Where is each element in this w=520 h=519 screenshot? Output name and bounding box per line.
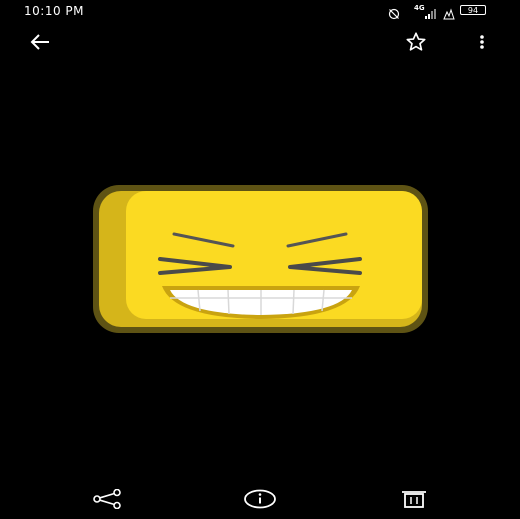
- status-time: 10:10 PM: [24, 4, 84, 18]
- back-button[interactable]: [24, 28, 56, 60]
- share-icon: [92, 488, 122, 513]
- delete-icon: [400, 489, 428, 513]
- info-button[interactable]: [244, 485, 276, 517]
- back-arrow-icon: [29, 33, 51, 55]
- star-outline-icon: [405, 31, 427, 57]
- signal-icon: [424, 5, 436, 24]
- top-toolbar: [0, 28, 520, 60]
- battery-icon: 94: [460, 5, 486, 15]
- share-button[interactable]: [91, 485, 123, 517]
- delete-button[interactable]: [398, 485, 430, 517]
- more-options-button[interactable]: [466, 28, 498, 60]
- status-icons: 4G 94: [388, 4, 498, 20]
- alert-icon: [442, 5, 456, 24]
- laughing-emoji-image: [93, 185, 428, 333]
- more-vert-icon: [479, 34, 485, 54]
- info-icon: [243, 489, 277, 513]
- battery-level: 94: [467, 6, 479, 15]
- bottom-action-bar: [0, 484, 520, 518]
- favorite-button[interactable]: [400, 28, 432, 60]
- image-viewer[interactable]: [0, 60, 520, 480]
- status-bar: 10:10 PM 4G 94: [0, 0, 520, 24]
- do-not-disturb-icon: [388, 5, 400, 24]
